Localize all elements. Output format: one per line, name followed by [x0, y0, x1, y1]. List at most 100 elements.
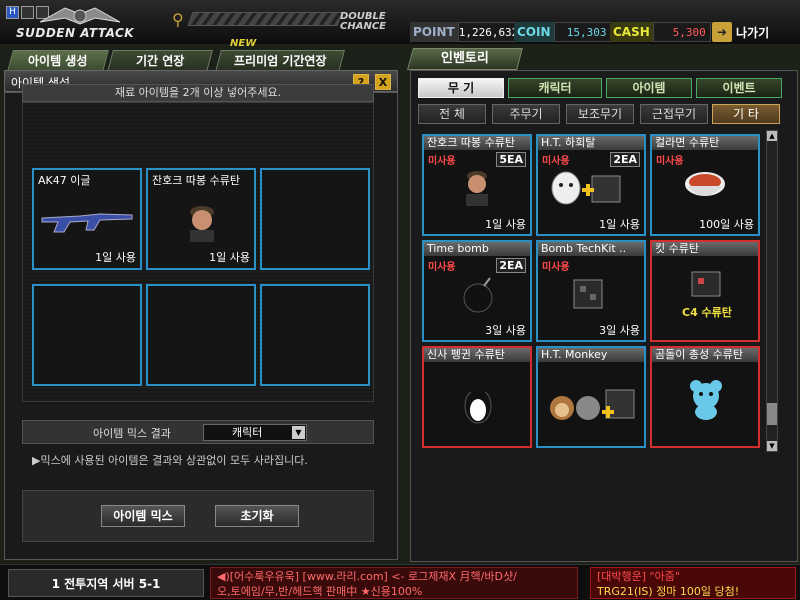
mix-result-label: 아이템 믹스 결과 [93, 427, 171, 440]
monkey-grenade-icon [550, 389, 635, 420]
item-mix-button[interactable]: 아이템 믹스 [101, 505, 185, 527]
inventory-item[interactable]: Time bomb 미사용 2EA 3일 사용 [422, 240, 532, 342]
scroll-down-icon[interactable]: ▼ [767, 441, 777, 451]
item-name: 컬라면 수류탄 [652, 136, 758, 150]
character-head-icon [190, 206, 214, 242]
logo-text: SUDDEN ATTACK [16, 26, 135, 40]
help-h-button[interactable]: H [6, 6, 19, 19]
use-duration: 1일 사용 [485, 218, 526, 231]
subcat-other[interactable]: 기 타 [712, 104, 780, 124]
coin-display: COIN 15,303 [514, 22, 612, 42]
tab-inventory[interactable]: 인벤토리 [407, 48, 523, 70]
close-button[interactable]: X [375, 74, 391, 90]
category-item[interactable]: 아이템 [606, 78, 692, 98]
item-name: 곰돌이 총성 수류탄 [652, 348, 758, 362]
category-event[interactable]: 이벤트 [696, 78, 782, 98]
new-badge: NEW [230, 38, 257, 49]
subcat-melee[interactable]: 근접무기 [640, 104, 708, 124]
unused-tag: 미사용 [542, 262, 570, 273]
quantity-badge: 2EA [496, 258, 526, 273]
slot-item-name: AK47 이글 [38, 174, 91, 187]
c4-overlay-label: C4 수류탄 [682, 306, 732, 319]
mix-result-select[interactable]: 캐릭터 ▼ [203, 424, 307, 441]
material-slot-5[interactable] [146, 284, 256, 386]
coin-value: 15,303 [553, 22, 612, 42]
inventory-item[interactable]: 킷 수류탄 C4 수류탄 [650, 240, 760, 342]
inventory-scrollbar[interactable]: ▲ ▼ [766, 130, 778, 452]
point-label: POINT [410, 22, 458, 42]
cash-display: CASH 5,300 [610, 22, 711, 42]
subcat-primary[interactable]: 주무기 [492, 104, 560, 124]
subcat-all[interactable]: 전 체 [418, 104, 486, 124]
announcement: [대박행운] "아줌" TRG21(IS) 정마 100일 당첨! [590, 567, 796, 599]
unused-tag: 미사용 [428, 262, 456, 273]
techkit-icon [573, 279, 603, 309]
inventory-item[interactable]: 컬라면 수류탄 미사용 100일 사용 [650, 134, 760, 236]
reset-button[interactable]: 초기화 [215, 505, 299, 527]
c4-icon [691, 271, 721, 297]
use-duration: 3일 사용 [599, 324, 640, 337]
material-slot-6[interactable] [260, 284, 370, 386]
use-duration: 3일 사용 [485, 324, 526, 337]
bear-icon [690, 380, 722, 420]
use-duration: 1일 사용 [599, 218, 640, 231]
material-slot-3[interactable] [260, 168, 370, 270]
material-slot-4[interactable] [32, 284, 142, 386]
rank-icon: ⚲ [172, 10, 184, 29]
slot-use-duration: 1일 사용 [209, 251, 250, 264]
mix-result-row: 아이템 믹스 결과 캐릭터 ▼ [22, 420, 374, 444]
action-bar: 아이템 믹스 초기화 [22, 490, 374, 542]
item-name: H.T. 하회탈 [538, 136, 644, 150]
tab-period-extend[interactable]: 기간 연장 [107, 50, 213, 72]
slot-use-duration: 1일 사용 [95, 251, 136, 264]
inventory-item[interactable]: 신사 펭귄 수류탄 [422, 346, 532, 448]
character-head-icon [466, 171, 488, 206]
inventory-item[interactable]: Bomb TechKit .. 미사용 3일 사용 [536, 240, 646, 342]
item-name: Bomb TechKit .. [538, 242, 644, 256]
mix-warning-note: ▶믹스에 사용된 아이템은 결과와 상관없이 모두 사라집니다. [32, 454, 308, 467]
unused-tag: 미사용 [428, 156, 456, 167]
unused-tag: 미사용 [656, 156, 684, 167]
category-character[interactable]: 캐릭터 [508, 78, 602, 98]
announcement-line: [대박행운] "아줌" [597, 570, 680, 583]
announcement-line: TRG21(IS) 정마 100일 당첨! [597, 585, 740, 598]
point-display: POINT 1,226,632 [410, 22, 518, 42]
left-tabs: 아이템 생성 기간 연장 프리미엄 기간연장 NEW [0, 38, 404, 72]
mask-grenade-icon [551, 171, 621, 205]
point-value: 1,226,632 [457, 22, 518, 42]
tab-premium-extend[interactable]: 프리미엄 기간연장 [215, 50, 345, 72]
coin-label: COIN [514, 22, 554, 42]
chat-line: 오,토에임/무,반/헤드핵 판매中 ★신용100% [217, 585, 423, 598]
inventory-item[interactable]: H.T. Monkey [536, 346, 646, 448]
use-duration: 100일 사용 [699, 218, 754, 231]
inventory-item[interactable]: 잔호크 따봉 수류탄 미사용 5EA 1일 사용 [422, 134, 532, 236]
item-name: H.T. Monkey [538, 348, 644, 362]
chat-message: ◀)[어수룩우유욱] [www.라리.com] <- 로그제재X 月핵/바D샷/… [210, 567, 578, 599]
item-name: 신사 펭귄 수류탄 [424, 348, 530, 362]
item-name: 잔호크 따봉 수류탄 [424, 136, 530, 150]
double-chance-label: DOUBLE CHANCE [340, 11, 386, 32]
inventory-item[interactable]: 곰돌이 총성 수류탄 [650, 346, 760, 448]
exit-button[interactable]: ➜ 나가기 [712, 20, 769, 44]
cash-label: CASH [610, 22, 653, 42]
server-label: 1 전투지역 서버 5-1 [8, 569, 204, 597]
exp-progress-bar [187, 12, 343, 26]
item-name: 킷 수류탄 [652, 242, 758, 256]
rifle-icon [41, 213, 133, 233]
noodle-cup-icon [685, 172, 725, 196]
tab-item-create[interactable]: 아이템 생성 [7, 50, 109, 72]
item-name: Time bomb [424, 242, 530, 256]
material-slot-2[interactable]: 잔호크 따봉 수류탄 1일 사용 [146, 168, 256, 270]
category-weapon[interactable]: 무 기 [418, 78, 504, 98]
scroll-up-icon[interactable]: ▲ [767, 131, 777, 141]
notice-text: 재료 아이템을 2개 이상 넣어주세요. [22, 84, 374, 102]
inventory-item[interactable]: H.T. 하회탈 미사용 2EA 1일 사용 [536, 134, 646, 236]
bomb-icon [463, 277, 493, 313]
subcat-secondary[interactable]: 보조무기 [566, 104, 634, 124]
exit-label: 나가기 [736, 25, 770, 40]
bottom-bar: 1 전투지역 서버 5-1 ◀)[어수룩우유욱] [www.라리.com] <-… [0, 564, 800, 600]
material-slot-1[interactable]: AK47 이글 1일 사용 [32, 168, 142, 270]
chevron-down-icon: ▼ [292, 426, 305, 439]
penguin-icon [464, 386, 492, 424]
scroll-thumb[interactable] [767, 403, 777, 425]
